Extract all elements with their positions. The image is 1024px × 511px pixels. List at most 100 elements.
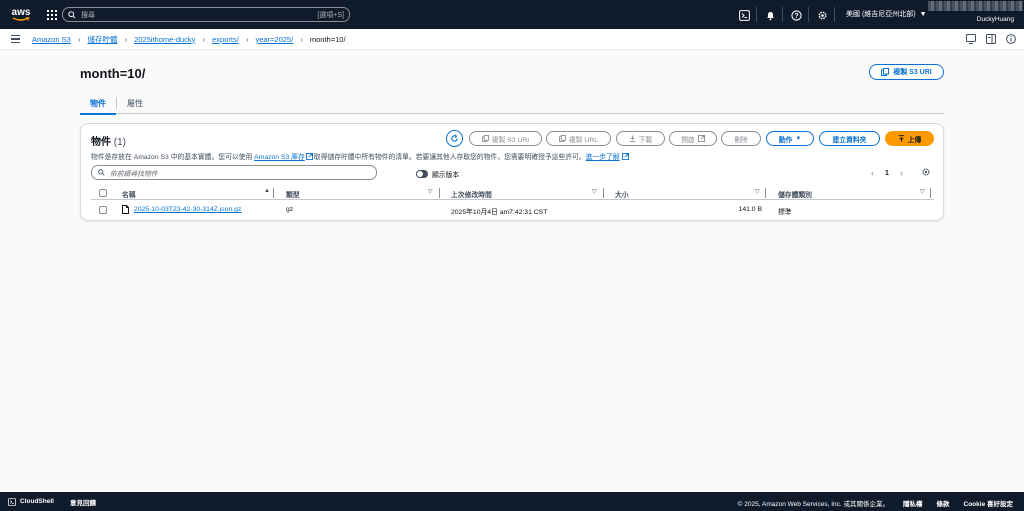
chevron-right-icon: › — [124, 34, 128, 44]
account-menu[interactable]: DuckyHuang — [977, 16, 1014, 23]
region-selector[interactable]: 美國 (維吉尼亞州北部) ▼ — [846, 9, 927, 19]
sort-icon[interactable]: ▽ — [920, 188, 925, 195]
help-icon[interactable]: ? — [789, 8, 803, 22]
svg-text:?: ? — [794, 13, 798, 20]
global-search-input[interactable]: 搜尋 [選項+S] — [62, 7, 350, 22]
caret-down-icon: ▼ — [795, 135, 802, 142]
sort-icon[interactable]: ▽ — [428, 188, 433, 195]
objects-panel: 物件 (1) 複製 S3 URI 複製 URL 下載 開啟 刪除 動作 ▼ 建立… — [80, 123, 944, 221]
object-size: 141.0 B — [738, 206, 762, 213]
caret-down-icon: ▼ — [919, 10, 927, 18]
page-number[interactable]: 1 — [885, 170, 889, 177]
privacy-link[interactable]: 隱私權 — [903, 498, 923, 508]
external-link-icon — [621, 153, 629, 160]
object-name[interactable]: 2025-10-03T23-42-30-314Z.json.gz — [134, 206, 241, 213]
gear-icon[interactable] — [815, 8, 829, 22]
row-checkbox[interactable] — [99, 206, 107, 214]
cloudshell-icon[interactable] — [737, 8, 751, 22]
footer-links: © 2025, Amazon Web Services, Inc. 或其關係企業… — [738, 498, 1013, 508]
sort-icon[interactable]: ▽ — [755, 188, 760, 195]
tab-objects[interactable]: 物件 — [80, 92, 116, 115]
objects-title: 物件 — [91, 137, 111, 148]
tab-list: 物件 屬性 — [80, 92, 944, 115]
select-all-checkbox[interactable] — [99, 189, 107, 197]
actions-label: 動作 — [778, 136, 793, 144]
chevron-right-icon: › — [202, 34, 206, 44]
aws-logo[interactable]: aws — [2, 0, 40, 29]
breadcrumb-item[interactable]: year=2025/ — [255, 35, 293, 44]
copyright: © 2025, Amazon Web Services, Inc. 或其關係企業… — [737, 501, 890, 508]
learn-more-link[interactable]: 進一步了解 — [586, 154, 620, 161]
description-text: 物件是存放在 Amazon S3 中的基本實體。您可以使用 — [91, 154, 255, 161]
screenshot-icon[interactable] — [966, 34, 976, 44]
copy-url-label: 複製 URL — [568, 136, 599, 144]
region-label: 美國 (維吉尼亞州北部) — [846, 11, 916, 18]
menu-icon[interactable] — [11, 35, 20, 43]
upload-icon — [898, 135, 905, 142]
services-grid-icon[interactable] — [42, 5, 62, 25]
create-folder-label: 建立資料夾 — [832, 136, 867, 144]
feedback-link[interactable]: 意見回饋 — [70, 497, 96, 507]
inventory-link[interactable]: Amazon S3 庫存 — [254, 154, 305, 161]
cloudshell-button[interactable]: CloudShell — [8, 497, 54, 506]
upload-label: 上傳 — [907, 136, 922, 144]
breadcrumb-current: month=10/ — [309, 34, 346, 44]
object-last-modified: 2025年10月4日 am7:42:31 CST — [451, 209, 548, 216]
breadcrumb-item[interactable]: Amazon S3 — [32, 35, 71, 44]
refresh-button[interactable] — [446, 130, 463, 147]
info-icon[interactable] — [1006, 34, 1016, 44]
delete-button[interactable]: 刪除 — [721, 131, 761, 146]
aws-logo-text: aws — [11, 6, 31, 18]
object-storage-class: 標準 — [778, 209, 792, 216]
cloudshell-icon — [8, 497, 16, 506]
sort-ascending-icon[interactable]: ▲ — [264, 188, 270, 194]
copy-url-button[interactable]: 複製 URL — [546, 131, 611, 146]
footer: CloudShell 意見回饋 © 2025, Amazon Web Servi… — [0, 492, 1024, 511]
column-header-name[interactable]: 名稱 — [122, 189, 136, 199]
breadcrumb-item[interactable]: 儲存貯體 — [87, 34, 117, 45]
bell-icon[interactable] — [763, 8, 777, 22]
object-name-link[interactable]: 2025-10-03T23-42-30-314Z.json.gz — [134, 206, 241, 213]
column-header-storage-class[interactable]: 儲存體類別 — [778, 189, 812, 199]
external-link-icon — [305, 153, 313, 160]
breadcrumb-item[interactable]: exports/ — [212, 35, 239, 44]
terms-link[interactable]: 條款 — [937, 498, 950, 508]
column-divider[interactable] — [930, 188, 931, 198]
create-folder-button[interactable]: 建立資料夾 — [819, 131, 880, 146]
chevron-right-icon[interactable]: › — [900, 168, 903, 178]
breadcrumb-bar: Amazon S3 › 儲存貯體 › 2025ithome-ducky › ex… — [0, 29, 1024, 50]
column-divider[interactable] — [765, 188, 766, 198]
copy-s3-uri-button[interactable]: 複製 S3 URI — [869, 64, 944, 80]
column-divider[interactable] — [603, 188, 604, 198]
cookie-preferences-link[interactable]: Cookie 喜好設定 — [964, 498, 1013, 508]
sort-icon[interactable]: ▽ — [592, 188, 597, 195]
column-header-last-modified[interactable]: 上次修改時間 — [451, 189, 492, 199]
page-title: month=10/ — [80, 66, 146, 81]
tab-properties[interactable]: 屬性 — [117, 92, 153, 114]
show-versions-toggle[interactable]: 顯示版本 — [416, 169, 459, 179]
chevron-left-icon[interactable]: ‹ — [871, 168, 874, 178]
search-icon — [68, 10, 76, 19]
objects-description: 物件是存放在 Amazon S3 中的基本實體。您可以使用 Amazon S3 … — [91, 151, 629, 161]
chevron-right-icon: › — [77, 34, 81, 44]
open-button[interactable]: 開啟 — [669, 131, 717, 146]
column-header-type[interactable]: 類型 — [286, 189, 300, 199]
prefix-filter-input[interactable]: 依前綴尋找物件 — [91, 165, 377, 180]
chevron-right-icon: › — [245, 34, 249, 44]
breadcrumb: Amazon S3 › 儲存貯體 › 2025ithome-ducky › ex… — [32, 34, 346, 45]
pagination: ‹ 1 › — [871, 168, 903, 178]
column-header-size[interactable]: 大小 — [615, 189, 629, 199]
column-divider[interactable] — [439, 188, 440, 198]
column-divider[interactable] — [273, 188, 274, 198]
upload-button[interactable]: 上傳 — [885, 131, 934, 146]
copy-s3-uri-button-disabled[interactable]: 複製 S3 URI — [469, 131, 542, 146]
toggle-switch[interactable] — [416, 170, 428, 178]
breadcrumb-item[interactable]: 2025ithome-ducky — [134, 35, 195, 44]
panel-icon[interactable] — [986, 34, 996, 44]
actions-dropdown[interactable]: 動作 ▼ — [766, 131, 814, 146]
preferences-gear-icon[interactable] — [921, 167, 931, 177]
account-id-redacted — [928, 1, 1023, 11]
table-row: 2025-10-03T23-42-30-314Z.json.gz gz 2025… — [91, 204, 934, 216]
download-button[interactable]: 下載 — [616, 131, 665, 146]
search-icon — [98, 169, 105, 176]
